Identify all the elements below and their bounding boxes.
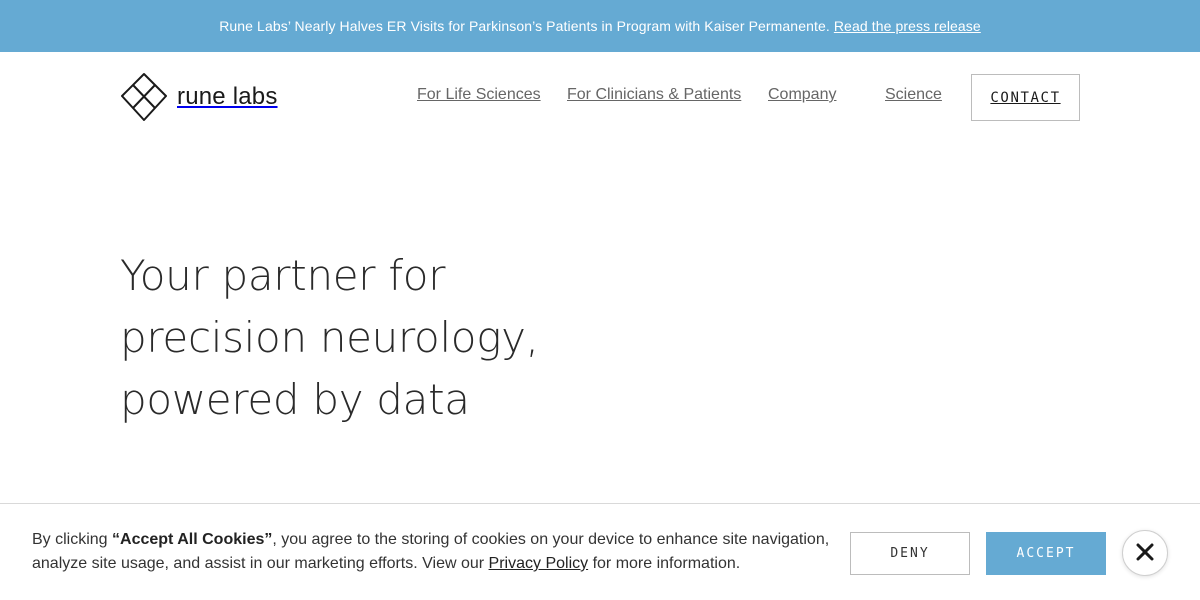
press-release-link[interactable]: Read the press release — [834, 18, 981, 34]
hero-line: powered by data — [120, 375, 470, 424]
nav-clinicians-patients[interactable]: For Clinicians & Patients — [567, 86, 741, 104]
cookie-text-before: By clicking — [32, 531, 113, 548]
close-icon — [1136, 543, 1154, 564]
announcement-message: Rune Labs’ Nearly Halves ER Visits for P… — [219, 18, 830, 34]
home-logo-link[interactable]: rune labs — [120, 72, 278, 122]
contact-button[interactable]: CONTACT — [971, 74, 1080, 121]
hero-line: precision neurology, — [120, 313, 539, 362]
nav-company[interactable]: Company — [768, 86, 836, 104]
hero-headline: Your partner for precision neurology, po… — [120, 245, 580, 431]
cookie-text-bold: “Accept All Cookies” — [112, 531, 273, 548]
accept-cookies-button[interactable]: ACCEPT — [986, 532, 1106, 575]
site-header: rune labs For Life Sciences For Clinicia… — [0, 52, 1200, 142]
cookie-banner: By clicking “Accept All Cookies”, you ag… — [0, 503, 1200, 600]
logo-wordmark: rune labs — [177, 83, 278, 110]
cookie-text-after: for more information. — [588, 555, 741, 572]
close-cookie-banner-button[interactable] — [1122, 530, 1168, 576]
rune-logo-icon — [120, 72, 168, 122]
nav-science[interactable]: Science — [885, 86, 942, 104]
deny-cookies-button[interactable]: DENY — [850, 532, 970, 575]
nav-life-sciences[interactable]: For Life Sciences — [417, 86, 541, 104]
cookie-message: By clicking “Accept All Cookies”, you ag… — [32, 528, 832, 576]
privacy-policy-link[interactable]: Privacy Policy — [489, 555, 589, 572]
hero-line: Your partner for — [120, 251, 446, 300]
announcement-bar: Rune Labs’ Nearly Halves ER Visits for P… — [0, 0, 1200, 52]
